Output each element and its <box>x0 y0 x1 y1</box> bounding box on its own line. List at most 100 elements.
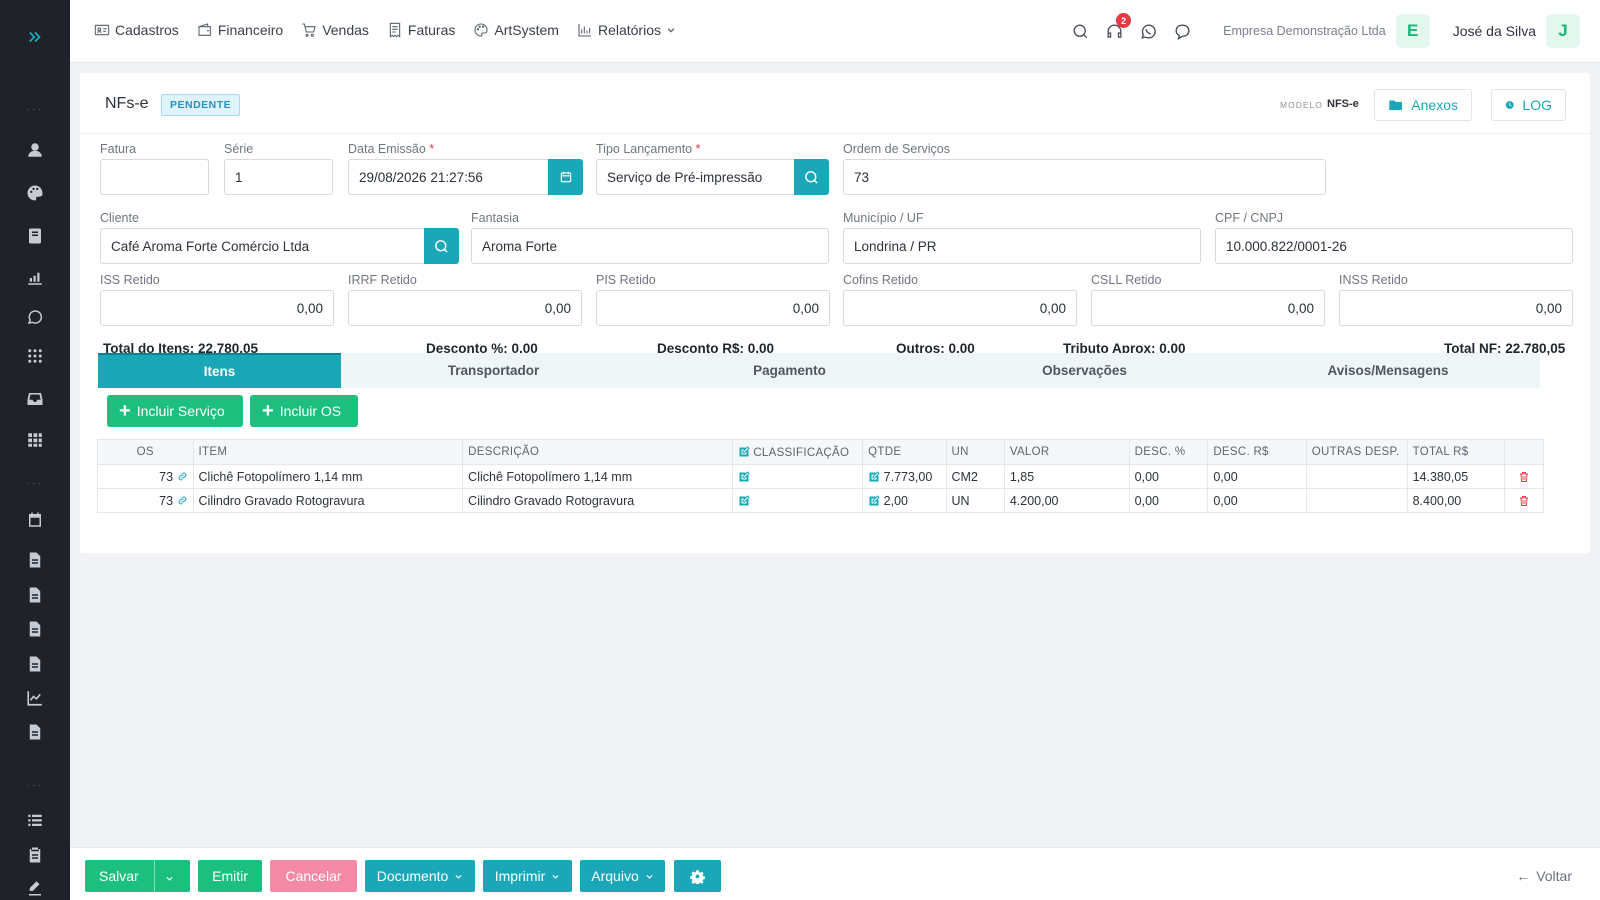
user-icon[interactable] <box>0 138 70 162</box>
document-icon[interactable] <box>0 652 70 676</box>
list-icon[interactable] <box>0 808 70 832</box>
csll-input[interactable]: 0,00 <box>1091 290 1325 326</box>
edit-icon[interactable] <box>868 470 880 483</box>
col-os[interactable]: OS <box>97 439 194 465</box>
user-avatar[interactable]: J <box>1546 14 1580 48</box>
irrf-input[interactable]: 0,00 <box>348 290 582 326</box>
iss-input[interactable]: 0,00 <box>100 290 334 326</box>
edit-icon[interactable] <box>738 470 750 483</box>
trash-icon[interactable] <box>1518 470 1530 484</box>
edit-icon[interactable] <box>738 494 750 507</box>
municipio-input[interactable]: Londrina / PR <box>843 228 1201 264</box>
log-button[interactable]: LOG <box>1491 89 1566 121</box>
tab-itens[interactable]: Itens <box>98 353 341 388</box>
pis-input[interactable]: 0,00 <box>596 290 830 326</box>
inss-input[interactable]: 0,00 <box>1339 290 1573 326</box>
nav-relatorios[interactable]: Relatórios <box>568 0 685 60</box>
cell-desc-pct: 0,00 <box>1128 488 1209 513</box>
cell-item: Clichê Fotopolímero 1,14 mm <box>192 464 464 489</box>
user-name[interactable]: José da Silva <box>1453 23 1536 39</box>
tab-transportador[interactable]: Transportador <box>341 353 646 388</box>
data-emissao-input[interactable]: 29/08/2026 21:27:56 <box>348 159 549 195</box>
nav-artsystem[interactable]: ArtSystem <box>464 0 568 60</box>
salvar-button[interactable]: Salvar <box>85 860 190 892</box>
chart-icon[interactable] <box>0 266 70 290</box>
csll-label: CSLL Retido <box>1091 273 1162 287</box>
tab-observacoes[interactable]: Observações <box>933 353 1236 388</box>
cliente-search-button[interactable] <box>424 228 459 264</box>
tab-pagamento[interactable]: Pagamento <box>646 353 933 388</box>
col-qtde[interactable]: QTDE <box>862 439 947 465</box>
signature-icon[interactable] <box>0 876 70 900</box>
col-desc-rs[interactable]: DESC. R$ <box>1207 439 1307 465</box>
headset-icon[interactable]: 2 <box>1097 13 1132 48</box>
cpf-cnpj-label: CPF / CNPJ <box>1215 211 1284 225</box>
incluir-os-label: Incluir OS <box>279 403 342 419</box>
col-desc-pct[interactable]: DESC. % <box>1128 439 1209 465</box>
line-chart-icon[interactable] <box>0 686 70 710</box>
nav-financeiro[interactable]: Financeiro <box>188 0 292 60</box>
col-classificacao[interactable]: CLASSIFICAÇÃO <box>731 439 864 465</box>
document-icon[interactable] <box>0 583 70 607</box>
table-row[interactable]: 73 Clichê Fotopolímero 1,14 mm Clichê Fo… <box>97 464 1544 489</box>
document-icon[interactable] <box>0 548 70 572</box>
salvar-dropdown-toggle[interactable] <box>165 870 174 886</box>
col-un[interactable]: UN <box>945 439 1005 465</box>
inbox-icon[interactable] <box>0 387 70 411</box>
col-item[interactable]: ITEM <box>192 439 464 465</box>
ordem-servicos-input[interactable]: 73 <box>843 159 1326 195</box>
tipo-lancamento-input[interactable]: Serviço de Pré-impressão <box>596 159 795 195</box>
cliente-input[interactable]: Café Aroma Forte Comércio Ltda <box>100 228 425 264</box>
settings-button[interactable] <box>674 860 721 892</box>
whatsapp-icon[interactable] <box>0 305 70 329</box>
tab-avisos[interactable]: Avisos/Mensagens <box>1236 353 1540 388</box>
voltar-link[interactable]: ← Voltar <box>1516 868 1572 884</box>
anexos-button[interactable]: Anexos <box>1374 89 1472 121</box>
col-valor[interactable]: VALOR <box>1003 439 1130 465</box>
apps-icon[interactable] <box>0 428 70 452</box>
nav-cadastros[interactable]: Cadastros <box>85 0 188 60</box>
link-icon[interactable] <box>177 494 188 508</box>
chat-icon[interactable] <box>1165 14 1199 48</box>
plus-icon: + <box>262 400 274 422</box>
imprimir-button[interactable]: Imprimir <box>483 860 572 892</box>
col-outras-desp[interactable]: OUTRAS DESP. <box>1305 439 1408 465</box>
incluir-os-button[interactable]: + Incluir OS <box>250 395 358 427</box>
nav-faturas[interactable]: Faturas <box>378 0 464 60</box>
document-icon[interactable] <box>0 617 70 641</box>
clipboard-icon[interactable] <box>0 843 70 867</box>
cancelar-button[interactable]: Cancelar <box>270 860 357 892</box>
chevron-down-icon <box>455 874 462 879</box>
whatsapp-icon[interactable] <box>1131 14 1165 48</box>
documento-button[interactable]: Documento <box>365 860 475 892</box>
calendar-icon[interactable] <box>0 508 70 532</box>
anexos-label: Anexos <box>1411 97 1458 113</box>
book-icon[interactable] <box>0 224 70 248</box>
municipio-label: Município / UF <box>843 211 924 225</box>
incluir-servico-button[interactable]: + Incluir Serviço <box>107 395 243 427</box>
arquivo-button[interactable]: Arquivo <box>580 860 665 892</box>
company-avatar[interactable]: E <box>1395 14 1430 48</box>
document-icon[interactable] <box>0 720 70 744</box>
col-total[interactable]: TOTAL R$ <box>1406 439 1506 465</box>
edit-icon[interactable] <box>868 494 880 507</box>
search-icon[interactable] <box>1063 14 1097 48</box>
grid-dots-icon[interactable] <box>0 344 70 368</box>
palette-icon[interactable] <box>0 181 70 205</box>
company-name[interactable]: Empresa Demonstração Ltda <box>1223 24 1386 38</box>
cpf-cnpj-input[interactable]: 10.000.822/0001-26 <box>1215 228 1573 264</box>
table-row[interactable]: 73 Cilindro Gravado Rotogravura Cilindro… <box>97 488 1544 513</box>
emitir-button[interactable]: Emitir <box>198 860 262 892</box>
link-icon[interactable] <box>177 470 188 484</box>
calendar-button[interactable] <box>548 159 583 195</box>
tipo-lancamento-search-button[interactable] <box>794 159 829 195</box>
trash-icon[interactable] <box>1518 494 1530 508</box>
fantasia-input[interactable]: Aroma Forte <box>471 228 829 264</box>
serie-input[interactable]: 1 <box>224 159 333 195</box>
nav-vendas[interactable]: Vendas <box>292 0 378 60</box>
col-descricao[interactable]: DESCRIÇÃO <box>462 439 733 465</box>
cofins-input[interactable]: 0,00 <box>843 290 1077 326</box>
calendar-icon <box>560 171 571 183</box>
expand-sidebar-icon[interactable] <box>0 25 70 49</box>
fatura-input[interactable] <box>100 159 209 195</box>
